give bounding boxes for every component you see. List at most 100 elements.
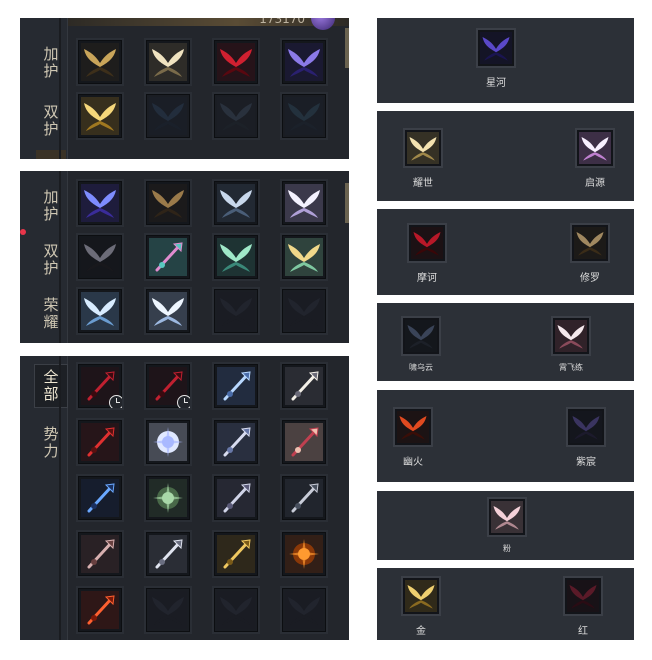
item-slot[interactable]	[76, 38, 124, 86]
radiant-wings-icon	[403, 128, 443, 168]
item-slot[interactable]	[144, 38, 192, 86]
notification-dot	[20, 229, 26, 235]
item-slot[interactable]	[76, 92, 124, 140]
item-slot[interactable]	[280, 362, 328, 410]
tab-label: 荣	[43, 296, 59, 314]
item-slot[interactable]	[76, 418, 124, 466]
currency-counter: 173170	[259, 18, 305, 26]
item-slot[interactable]	[76, 530, 124, 578]
item-card-pink: 粉	[377, 491, 634, 560]
item-slot[interactable]	[280, 418, 328, 466]
item-radiant[interactable]: 耀世	[401, 128, 445, 189]
locked-slot[interactable]	[144, 586, 192, 634]
item-slot[interactable]	[144, 287, 192, 335]
item-slot[interactable]	[212, 179, 260, 227]
item-slot[interactable]	[144, 362, 192, 410]
currency-bar	[68, 18, 349, 26]
locked-slot[interactable]	[212, 92, 260, 140]
item-sky-silk[interactable]: 霄飞练	[549, 316, 593, 373]
item-slot[interactable]	[144, 233, 192, 281]
asura-wings-icon	[570, 223, 610, 263]
item-gold[interactable]: 金	[399, 576, 443, 637]
item-dark-cloud[interactable]: 啸乌云	[399, 316, 443, 373]
tab-protect[interactable]: 加 护	[36, 189, 66, 223]
wings-panel-top: 173170 加 护 双 护	[20, 18, 349, 159]
item-slot[interactable]	[144, 179, 192, 227]
locked-slot[interactable]	[280, 287, 328, 335]
tab-protect[interactable]: 加 护	[36, 46, 66, 80]
item-name: 修罗	[580, 273, 600, 284]
item-slot[interactable]	[76, 474, 124, 522]
item-card-cloud-silk: 啸乌云 霄飞练	[377, 303, 634, 381]
item-slot[interactable]	[144, 418, 192, 466]
item-slot[interactable]	[212, 362, 260, 410]
item-name: 摩诃	[417, 273, 437, 284]
item-slot[interactable]	[212, 233, 260, 281]
item-name: 耀世	[413, 178, 433, 189]
tab-label: 部	[43, 385, 59, 403]
item-origin[interactable]: 启源	[573, 128, 617, 189]
item-slot[interactable]	[212, 530, 260, 578]
pink-feather-icon	[487, 497, 527, 537]
scrollbar[interactable]	[345, 28, 349, 68]
item-red[interactable]: 红	[561, 576, 605, 637]
locked-slot[interactable]	[280, 92, 328, 140]
item-maha[interactable]: 摩诃	[405, 223, 449, 284]
item-slot[interactable]	[280, 179, 328, 227]
item-slot[interactable]	[76, 586, 124, 634]
item-purple-star[interactable]: 紫宸	[564, 407, 608, 468]
tab-all[interactable]: 全 部	[34, 364, 68, 408]
tab-partial[interactable]	[36, 150, 66, 159]
item-ghost-fire[interactable]: 幽火	[391, 407, 435, 468]
item-slot[interactable]	[76, 179, 124, 227]
tab-label: 护	[43, 62, 59, 80]
wings-panel-middle: 加 护 双 护 荣 耀	[20, 171, 349, 343]
item-slot[interactable]	[280, 474, 328, 522]
item-name: 霄飞练	[559, 363, 583, 372]
item-pink[interactable]: 粉	[485, 497, 529, 554]
item-slot[interactable]	[212, 474, 260, 522]
origin-wings-icon	[575, 128, 615, 168]
category-sidebar: 全 部 势 力	[20, 356, 68, 640]
item-card-radiant-origin: 耀世 启源	[377, 111, 634, 201]
tab-label: 加	[43, 188, 59, 206]
locked-slot[interactable]	[144, 92, 192, 140]
tab-label: 双	[43, 242, 59, 260]
tab-double-protect[interactable]: 双 护	[36, 104, 66, 138]
locked-slot[interactable]	[280, 586, 328, 634]
tab-label: 护	[43, 259, 59, 277]
item-slot[interactable]	[144, 474, 192, 522]
tab-label: 力	[43, 442, 59, 460]
locked-slot[interactable]	[212, 586, 260, 634]
item-slot[interactable]	[76, 362, 124, 410]
purple-star-wings-icon	[566, 407, 606, 447]
dark-cloud-wings-icon	[401, 316, 441, 356]
item-name: 啸乌云	[409, 363, 433, 372]
item-card-fire-purple: 幽火 紫宸	[377, 390, 634, 482]
item-asura[interactable]: 修罗	[568, 223, 612, 284]
item-slot[interactable]	[280, 233, 328, 281]
item-name: 紫宸	[576, 457, 596, 468]
item-card-star-river: 星河	[377, 18, 634, 103]
tab-faction[interactable]: 势 力	[36, 426, 66, 460]
item-name: 粉	[503, 544, 511, 553]
item-star-river[interactable]: 星河	[474, 28, 518, 89]
tab-glory[interactable]: 荣 耀	[36, 297, 66, 331]
tab-label: 加	[43, 45, 59, 63]
item-slot[interactable]	[144, 530, 192, 578]
scrollbar[interactable]	[345, 183, 349, 223]
sky-silk-wings-icon	[551, 316, 591, 356]
item-slot[interactable]	[212, 38, 260, 86]
item-name: 金	[416, 626, 426, 637]
ghost-fire-wings-icon	[393, 407, 433, 447]
tab-double-protect[interactable]: 双 护	[36, 243, 66, 277]
tab-label: 耀	[43, 313, 59, 331]
category-sidebar: 加 护 双 护 荣 耀	[20, 171, 68, 343]
item-slot[interactable]	[76, 287, 124, 335]
item-slot[interactable]	[280, 38, 328, 86]
item-slot[interactable]	[212, 418, 260, 466]
locked-slot[interactable]	[212, 287, 260, 335]
item-slot[interactable]	[76, 233, 124, 281]
item-slot[interactable]	[280, 530, 328, 578]
maha-wings-icon	[407, 223, 447, 263]
